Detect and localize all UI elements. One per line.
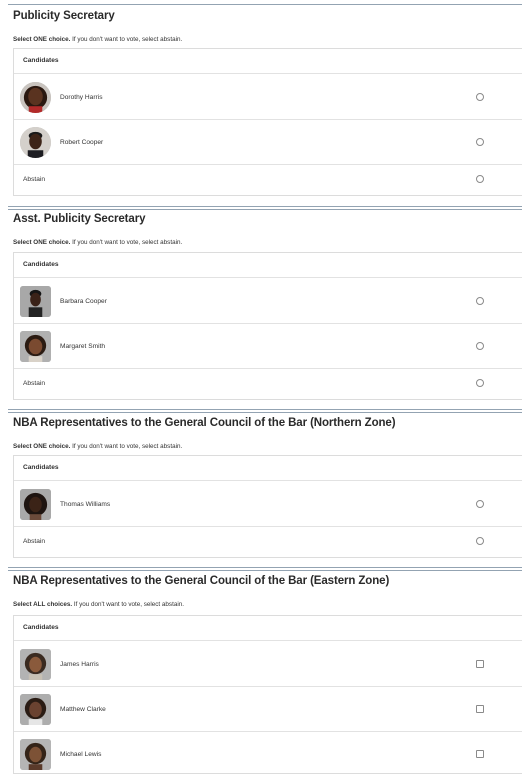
candidate-row[interactable]: James Harris [14, 642, 522, 687]
candidate-photo [20, 127, 51, 158]
section-publicity-secretary: Publicity Secretary Select ONE choice. I… [0, 4, 522, 200]
abstain-row[interactable]: Abstain [14, 165, 522, 196]
candidate-radio[interactable] [476, 342, 484, 350]
candidate-radio[interactable] [476, 500, 484, 508]
section-divider [8, 412, 522, 413]
abstain-row[interactable]: Abstain [14, 527, 522, 558]
section-divider [8, 206, 522, 207]
abstain-label: Abstain [23, 380, 45, 387]
candidate-photo [20, 331, 51, 362]
candidate-radio[interactable] [476, 297, 484, 305]
section-instruction: Select ONE choice. If you don't want to … [13, 36, 183, 43]
candidate-photo [20, 489, 51, 520]
candidate-row[interactable]: Dorothy Harris [14, 75, 522, 120]
section-eastern-zone: NBA Representatives to the General Counc… [0, 567, 522, 774]
candidate-photo [20, 649, 51, 680]
candidate-row[interactable]: Barbara Cooper [14, 279, 522, 324]
candidate-photo [20, 286, 51, 317]
candidate-name: Dorothy Harris [60, 94, 103, 101]
section-title: NBA Representatives to the General Counc… [13, 575, 390, 587]
abstain-label: Abstain [23, 176, 45, 183]
candidate-radio[interactable] [476, 93, 484, 101]
candidate-photo [20, 739, 51, 770]
abstain-row[interactable]: Abstain [14, 369, 522, 400]
candidate-name: James Harris [60, 661, 99, 668]
candidate-name: Barbara Cooper [60, 298, 107, 305]
section-divider [8, 4, 522, 5]
candidate-name: Michael Lewis [60, 751, 102, 758]
candidate-name: Thomas Williams [60, 501, 111, 508]
candidate-name: Matthew Clarke [60, 706, 106, 713]
section-instruction: Select ONE choice. If you don't want to … [13, 239, 183, 246]
abstain-radio[interactable] [476, 537, 484, 545]
candidate-row[interactable]: Thomas Williams [14, 482, 522, 527]
abstain-radio[interactable] [476, 175, 484, 183]
candidate-row[interactable]: Michael Lewis [14, 732, 522, 774]
abstain-label: Abstain [23, 538, 45, 545]
candidates-header: Candidates [14, 456, 522, 481]
candidate-checkbox[interactable] [476, 660, 484, 668]
section-divider [8, 570, 522, 571]
section-asst-publicity-secretary: Asst. Publicity Secretary Select ONE cho… [0, 206, 522, 402]
section-divider [8, 567, 522, 568]
section-title: NBA Representatives to the General Counc… [13, 417, 396, 429]
candidate-name: Robert Cooper [60, 139, 104, 146]
candidate-photo [20, 82, 51, 113]
section-title: Publicity Secretary [13, 10, 115, 22]
candidate-photo [20, 694, 51, 725]
section-divider [8, 209, 522, 210]
candidate-row[interactable]: Margaret Smith [14, 324, 522, 369]
candidates-panel: Candidates Dorothy Harris Robert Cooper … [13, 48, 522, 196]
section-northern-zone: NBA Representatives to the General Counc… [0, 409, 522, 561]
candidate-checkbox[interactable] [476, 750, 484, 758]
candidates-header: Candidates [14, 49, 522, 74]
candidates-panel: Candidates Thomas Williams Abstain [13, 455, 522, 558]
candidates-header: Candidates [14, 253, 522, 278]
abstain-radio[interactable] [476, 379, 484, 387]
section-divider [8, 409, 522, 410]
candidate-checkbox[interactable] [476, 705, 484, 713]
candidate-name: Margaret Smith [60, 343, 106, 350]
section-instruction: Select ONE choice. If you don't want to … [13, 443, 183, 450]
candidates-panel: Candidates James Harris Matthew Clarke M… [13, 615, 522, 774]
section-title: Asst. Publicity Secretary [13, 213, 146, 225]
candidates-panel: Candidates Barbara Cooper Margaret Smith… [13, 252, 522, 400]
candidates-header: Candidates [14, 616, 522, 641]
section-instruction: Select ALL choices. If you don't want to… [13, 601, 184, 608]
candidate-row[interactable]: Robert Cooper [14, 120, 522, 165]
candidate-row[interactable]: Matthew Clarke [14, 687, 522, 732]
candidate-radio[interactable] [476, 138, 484, 146]
